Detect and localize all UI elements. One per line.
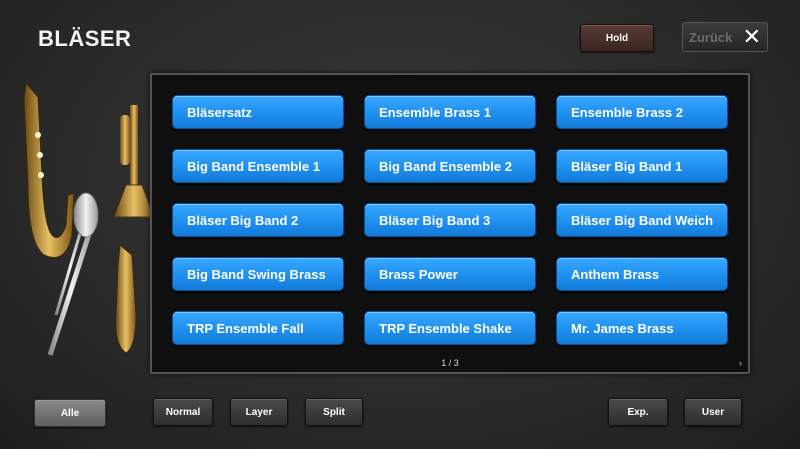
- saxophone-image: [23, 81, 75, 258]
- page-indicator: 1 / 3: [441, 358, 459, 368]
- saxophone-image: [115, 244, 137, 354]
- back-button[interactable]: Zurück ✕: [682, 22, 768, 52]
- close-icon: ✕: [742, 24, 761, 49]
- sound-button[interactable]: Anthem Brass: [556, 257, 728, 291]
- filter-layer-button[interactable]: Layer: [230, 398, 288, 426]
- sound-button[interactable]: Bläser Big Band 3: [364, 203, 536, 237]
- sound-button[interactable]: Bläser Big Band 1: [556, 149, 728, 183]
- instrument-decoration: [23, 81, 155, 356]
- chevron-right-icon[interactable]: ›: [739, 358, 742, 368]
- page-title: BLÄSER: [38, 26, 132, 51]
- filter-split-button[interactable]: Split: [305, 398, 363, 426]
- sound-button[interactable]: Ensemble Brass 2: [556, 95, 728, 129]
- hold-button[interactable]: Hold: [580, 24, 654, 52]
- user-button[interactable]: User: [684, 398, 742, 426]
- filter-all-button[interactable]: Alle: [34, 399, 106, 427]
- sound-button[interactable]: Bläser Big Band Weich: [556, 203, 728, 237]
- sound-button[interactable]: TRP Ensemble Shake: [364, 311, 536, 345]
- back-label: Zurück: [689, 29, 733, 45]
- filter-normal-button[interactable]: Normal: [153, 398, 213, 426]
- trombone-image: [47, 192, 99, 356]
- sound-button[interactable]: Bläser Big Band 2: [172, 203, 344, 237]
- sound-grid: Bläsersatz Ensemble Brass 1 Ensemble Bra…: [172, 95, 728, 345]
- sound-button[interactable]: Mr. James Brass: [556, 311, 728, 345]
- sound-button[interactable]: Big Band Swing Brass: [172, 257, 344, 291]
- sound-button[interactable]: Big Band Ensemble 2: [364, 149, 536, 183]
- sound-button[interactable]: Bläsersatz: [172, 95, 344, 129]
- sound-list-panel: Bläsersatz Ensemble Brass 1 Ensemble Bra…: [150, 73, 750, 374]
- sound-button[interactable]: Brass Power: [364, 257, 536, 291]
- sound-button[interactable]: Ensemble Brass 1: [364, 95, 536, 129]
- sound-button[interactable]: Big Band Ensemble 1: [172, 149, 344, 183]
- sound-button[interactable]: TRP Ensemble Fall: [172, 311, 344, 345]
- trumpet-image: [113, 105, 155, 218]
- expansion-button[interactable]: Exp.: [608, 398, 668, 426]
